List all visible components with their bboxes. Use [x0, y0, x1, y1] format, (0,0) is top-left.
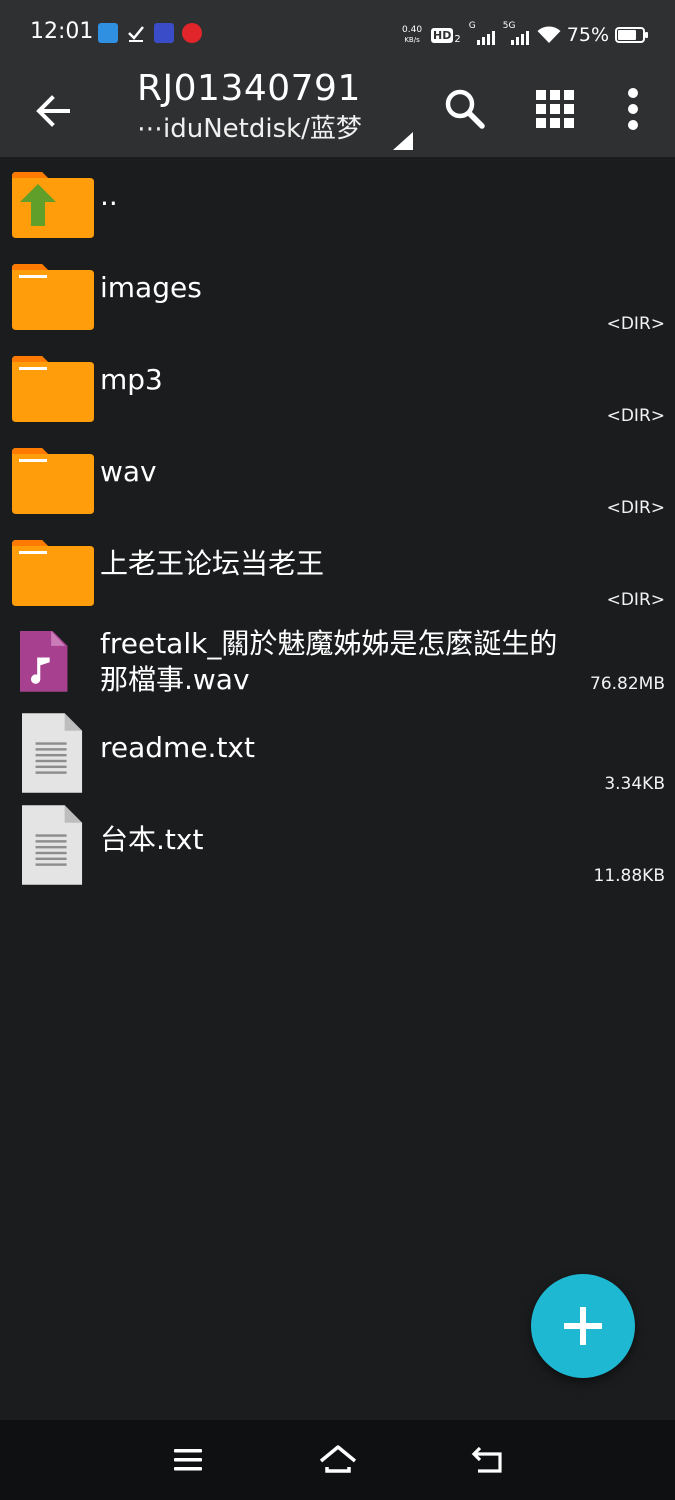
list-item-file[interactable]: 台本.txt 11.88KB — [0, 802, 675, 894]
add-button[interactable] — [531, 1274, 635, 1378]
folder-icon — [12, 540, 94, 606]
netease-music-icon — [182, 23, 202, 43]
file-meta: 3.34KB — [604, 774, 665, 794]
file-name: 台本.txt — [100, 823, 204, 856]
menu-icon — [174, 1449, 202, 1471]
audio-file-icon — [20, 631, 68, 692]
status-bar: 12:01 0.40 KB/s HD 2 G 5G 75% — [0, 0, 675, 68]
list-item-folder[interactable]: 上老王论坛当老王 <DIR> — [0, 526, 675, 618]
recents-button[interactable] — [166, 1438, 210, 1482]
wifi-icon — [537, 26, 561, 43]
file-name: images — [100, 271, 202, 304]
file-list: .. images <DIR> mp3 <DIR> wav <DIR> 上老王论… — [0, 158, 675, 894]
file-name: .. — [100, 179, 118, 212]
hd-voice-sub: 2 — [454, 33, 461, 45]
back-nav-button[interactable] — [466, 1438, 510, 1482]
net-speed: 0.40 KB/s — [402, 25, 423, 44]
text-file-icon — [22, 713, 83, 793]
file-meta: <DIR> — [606, 406, 665, 426]
signal-g-icon: G — [469, 21, 495, 45]
arrow-left-icon — [36, 95, 70, 127]
text-file-icon — [22, 805, 83, 885]
file-name: 上老王论坛当老王 — [100, 547, 325, 580]
list-item-folder[interactable]: images <DIR> — [0, 250, 675, 342]
dropdown-triangle-icon[interactable] — [393, 132, 413, 150]
status-time: 12:01 — [30, 19, 94, 44]
back-nav-icon — [471, 1446, 502, 1473]
home-button[interactable] — [316, 1438, 360, 1482]
folder-up-icon — [12, 172, 94, 238]
battery-icon — [615, 27, 648, 43]
folder-icon — [12, 356, 94, 422]
app-bar: RJ01340791 ⋯iduNetdisk/蓝梦 — [0, 68, 675, 157]
file-name: readme.txt — [100, 731, 255, 764]
back-button[interactable] — [24, 82, 82, 140]
file-name: mp3 — [100, 363, 163, 396]
search-icon — [445, 89, 485, 129]
grid-icon — [536, 90, 574, 128]
path-dropdown[interactable]: ⋯iduNetdisk/蓝梦 — [137, 113, 362, 145]
navigation-bar — [0, 1420, 675, 1500]
notification-app-icon — [98, 23, 118, 43]
file-meta: 76.82MB — [590, 674, 665, 694]
home-icon — [319, 1445, 357, 1473]
file-name: freetalk_關於魅魔姊姊是怎麼誕生的 那檔事.wav — [100, 627, 558, 696]
file-meta: <DIR> — [606, 498, 665, 518]
list-item-file[interactable]: readme.txt 3.34KB — [0, 710, 675, 802]
search-button[interactable] — [436, 80, 494, 138]
file-meta: 11.88KB — [593, 866, 665, 886]
download-done-icon — [126, 23, 146, 43]
folder-icon — [12, 448, 94, 514]
battery-fill — [618, 30, 636, 40]
plus-icon — [564, 1307, 602, 1345]
list-item-folder[interactable]: wav <DIR> — [0, 434, 675, 526]
list-item-parent[interactable]: .. — [0, 158, 675, 250]
more-options-button[interactable] — [604, 80, 662, 138]
notification-icons — [98, 23, 202, 43]
notification-app2-icon — [154, 23, 174, 43]
file-meta: <DIR> — [606, 314, 665, 334]
more-vert-icon — [628, 88, 638, 130]
battery-percent: 75% — [566, 24, 609, 46]
signal-5g-icon: 5G — [503, 21, 529, 45]
screen: 12:01 0.40 KB/s HD 2 G 5G 75% RJ01340791… — [0, 0, 675, 1500]
file-meta: <DIR> — [606, 590, 665, 610]
grid-view-button[interactable] — [526, 80, 584, 138]
list-item-file[interactable]: freetalk_關於魅魔姊姊是怎麼誕生的 那檔事.wav 76.82MB — [0, 618, 675, 710]
file-name: wav — [100, 455, 157, 488]
folder-title: RJ01340791 — [137, 68, 361, 109]
folder-icon — [12, 264, 94, 330]
hd-voice-icon: HD — [431, 27, 454, 43]
list-item-folder[interactable]: mp3 <DIR> — [0, 342, 675, 434]
